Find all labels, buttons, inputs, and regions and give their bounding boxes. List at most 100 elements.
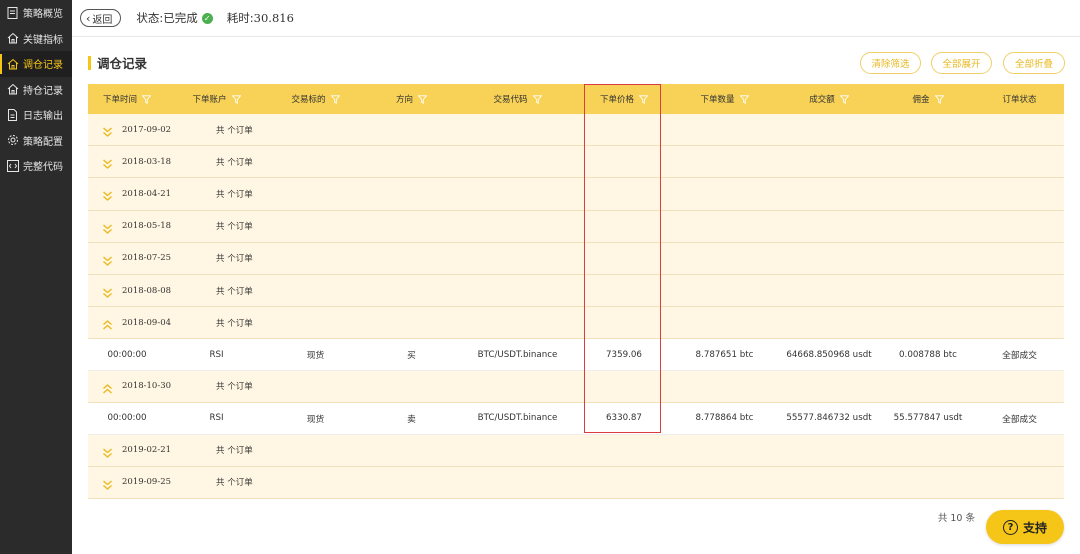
sidebar-item-5[interactable]: 策略配置 (0, 128, 72, 154)
sidebar-item-label: 持仓记录 (23, 85, 63, 97)
sidebar-item-label: 策略概览 (23, 9, 63, 21)
total-count: 共 10 条 (937, 513, 975, 524)
group-row[interactable]: 2018-07-25 共 个订单 (88, 242, 1064, 275)
sidebar-item-3[interactable]: 持仓记录 (0, 77, 72, 103)
column-header[interactable]: 成交额 (777, 84, 881, 114)
table-cell: 8.787651 btc (695, 349, 754, 360)
table-cell: 现货 (306, 351, 325, 362)
filter-icon[interactable] (231, 94, 241, 104)
group-date: 2019-02-21 (122, 445, 172, 456)
column-header-label: 下单数量 (700, 95, 735, 105)
filter-icon[interactable] (417, 94, 428, 104)
support-label: 支持 (1022, 520, 1047, 535)
chevron-double-down-icon[interactable] (102, 220, 113, 234)
chevron-double-down-icon[interactable] (102, 187, 113, 202)
filter-icon[interactable] (739, 94, 749, 104)
chevron-double-down-icon[interactable] (102, 444, 113, 458)
filter-icon[interactable] (141, 94, 152, 104)
column-header[interactable]: 订单状态 (975, 84, 1064, 114)
clear-filter-button[interactable]: 清除筛选 (860, 52, 921, 74)
check-circle-icon: ✓ (201, 12, 213, 24)
group-date: 2018-10-30 (122, 381, 172, 392)
column-header-label: 成交额 (809, 95, 835, 105)
group-order-count: 共 个订单 (216, 157, 253, 168)
file-icon (6, 108, 19, 121)
table-cell: RSI (209, 413, 224, 424)
expand-all-button[interactable]: 全部展开 (931, 52, 992, 74)
table-cell: 7359.06 (606, 349, 642, 360)
section-heading: 调仓记录 (88, 53, 147, 72)
table-header: 下单时间 下单账户 交易标的 方向 交易代码 下单价格 下单数量 成交额 佣金 订单状态 (88, 84, 1064, 114)
back-button[interactable]: ‹ 返回 (80, 9, 122, 27)
sidebar-item-4[interactable]: 日志输出 (0, 102, 72, 128)
sidebar-item-label: 日志输出 (23, 111, 63, 123)
chevron-double-down-icon[interactable] (102, 476, 113, 490)
column-header[interactable]: 交易标的 (267, 84, 364, 114)
filter-icon[interactable] (839, 94, 850, 104)
chevron-double-down-icon[interactable] (102, 155, 113, 170)
sidebar-item-6[interactable]: 完整代码 (0, 153, 72, 179)
group-row[interactable]: 2018-08-08 共 个订单 (88, 274, 1064, 308)
group-row[interactable]: 2017-09-02 共 个订单 (88, 114, 1064, 147)
group-date: 2017-09-02 (122, 124, 172, 135)
chevron-double-down-icon[interactable] (102, 123, 113, 137)
table-cell: 6330.87 (606, 413, 642, 424)
table-body: 2017-09-02 共 个订单 2018-03-18 共 个订单 2018-04-21… (88, 114, 1064, 499)
group-date: 2019-09-25 (122, 477, 172, 488)
group-row[interactable]: 2018-10-30 共 个订单 (88, 370, 1064, 403)
column-header[interactable]: 交易代码 (459, 84, 576, 114)
sidebar-item-0[interactable]: 策略概览 (0, 0, 72, 26)
support-button[interactable]: ? 支持 (986, 510, 1064, 544)
home-icon (6, 57, 19, 70)
table-cell: 8.778864 btc (695, 413, 754, 424)
group-order-count: 共 个订单 (216, 189, 253, 200)
question-icon: ? (1002, 519, 1018, 535)
column-header[interactable]: 佣金 (881, 84, 975, 114)
filter-icon[interactable] (532, 94, 542, 104)
page-title: 调仓记录 (97, 56, 148, 71)
chevron-double-down-icon[interactable] (102, 252, 113, 266)
group-date: 2018-03-18 (122, 156, 172, 167)
table-cell: 现货 (306, 414, 325, 425)
column-header-label: 方向 (395, 95, 413, 105)
group-date: 2018-07-25 (122, 253, 172, 264)
table-cell: RSI (209, 349, 224, 360)
group-row[interactable]: 2018-09-04 共 个订单 (88, 307, 1064, 340)
table-cell: 买 (407, 351, 416, 362)
column-header[interactable]: 下单价格 (576, 84, 672, 114)
table-cell: 0.008788 btc (899, 349, 957, 360)
column-header[interactable]: 下单时间 (88, 84, 166, 114)
title-accent-bar (88, 55, 91, 70)
sidebar-item-label: 完整代码 (23, 162, 63, 174)
sidebar-item-1[interactable]: 关键指标 (0, 26, 72, 52)
filter-icon[interactable] (638, 94, 649, 104)
sidebar-item-label: 调仓记录 (23, 60, 63, 72)
table-cell: 00:00:00 (107, 413, 147, 424)
group-row[interactable]: 2018-03-18 共 个订单 (88, 146, 1064, 179)
chevron-double-down-icon[interactable] (102, 284, 113, 298)
group-date: 2018-04-21 (122, 188, 172, 199)
doc-icon (6, 6, 19, 19)
column-header[interactable]: 下单账户 (166, 84, 267, 114)
collapse-all-button[interactable]: 全部折叠 (1003, 52, 1065, 74)
group-row[interactable]: 2018-05-18 共 个订单 (88, 210, 1064, 243)
table-row: 00:00:00 RSI 现货 买 BTC/USDT.binance 7359.06 8.7… (88, 339, 1064, 371)
group-order-count: 共 个订单 (216, 382, 253, 393)
column-header-label: 下单价格 (599, 95, 634, 105)
back-label: 返回 (92, 14, 113, 26)
group-row[interactable]: 2019-09-25 共 个订单 (88, 466, 1064, 499)
group-row[interactable]: 2019-02-21 共 个订单 (88, 434, 1064, 467)
chevron-double-up-icon[interactable] (102, 380, 113, 394)
column-header[interactable]: 下单数量 (672, 84, 777, 114)
elapsed-time: 耗时:30.816 (227, 10, 294, 26)
filter-icon[interactable] (934, 94, 944, 104)
group-order-count: 共 个订单 (216, 446, 253, 457)
group-row[interactable]: 2018-04-21 共 个订单 (88, 178, 1064, 211)
column-header[interactable]: 方向 (364, 84, 459, 114)
sidebar-item-2[interactable]: 调仓记录 (0, 51, 72, 77)
filter-icon[interactable] (330, 94, 340, 104)
table-cell: 00:00:00 (107, 349, 147, 360)
table-cell: BTC/USDT.binance (477, 413, 558, 424)
chevron-double-up-icon[interactable] (102, 316, 113, 330)
group-order-count: 共 个订单 (216, 222, 253, 233)
